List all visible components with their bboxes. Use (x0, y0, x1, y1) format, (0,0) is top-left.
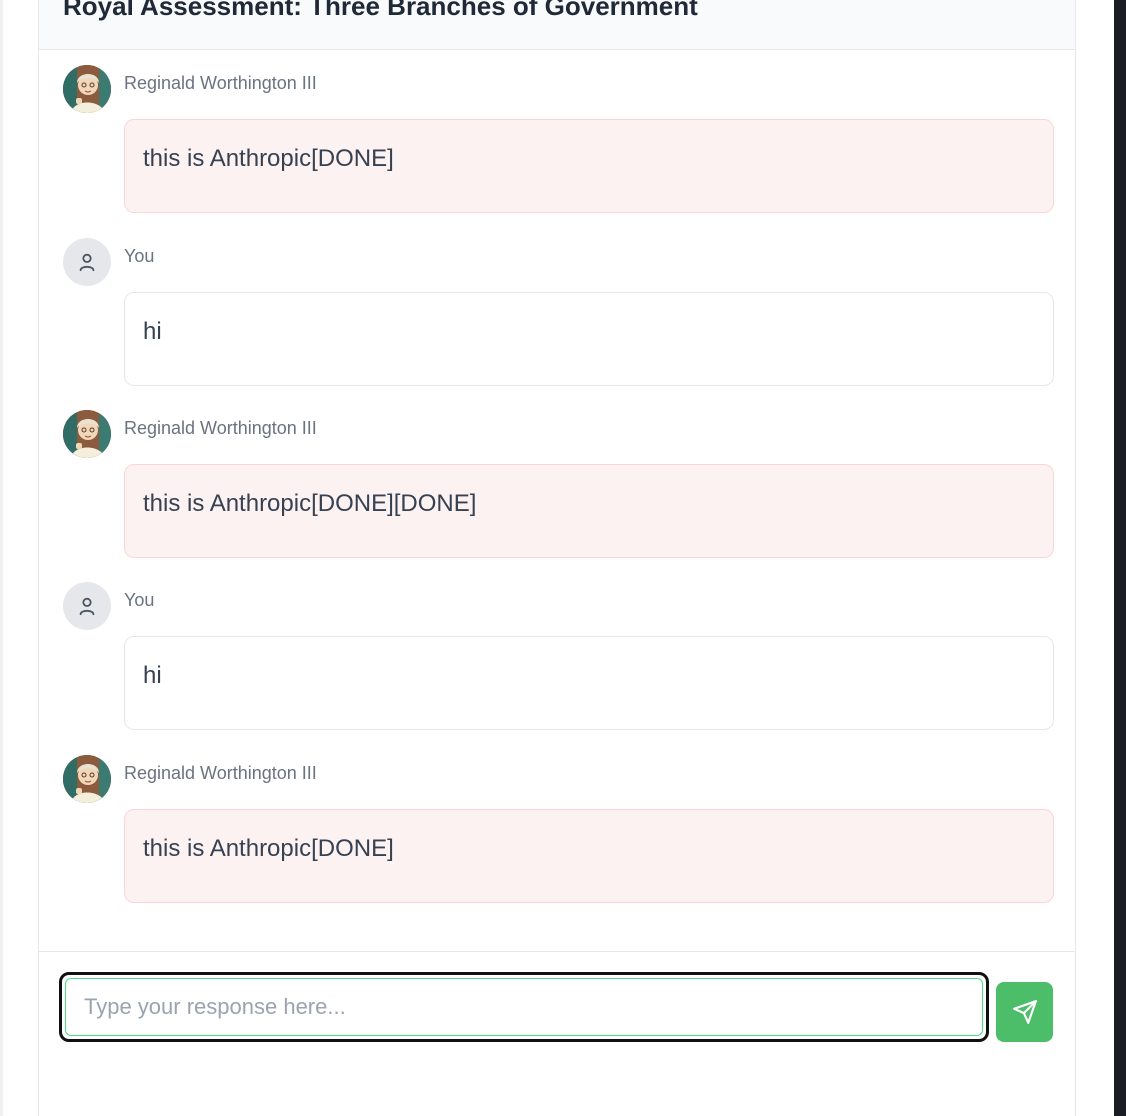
message-bubble: this is Anthropic[DONE] (124, 809, 1054, 903)
page-title: Royal Assessment: Three Branches of Gove… (63, 0, 698, 21)
composer (39, 951, 1075, 1116)
message-bubble: this is Anthropic[DONE][DONE] (124, 464, 1054, 558)
message-bubble: this is Anthropic[DONE] (124, 119, 1054, 213)
right-scroll-edge (1114, 0, 1126, 1116)
sender-name: You (124, 590, 155, 610)
send-button[interactable] (996, 982, 1053, 1042)
user-icon (63, 582, 111, 630)
reginald-portrait-avatar (63, 65, 111, 113)
chat-panel: Royal Assessment: Three Branches of Gove… (38, 0, 1076, 1116)
reginald-portrait-avatar (63, 410, 111, 458)
user-icon (63, 238, 111, 286)
sender-name: You (124, 246, 155, 266)
message-bubble: hi (124, 292, 1054, 386)
response-input-wrapper (59, 972, 989, 1042)
message-bubble: hi (124, 636, 1054, 730)
left-edge (0, 0, 3, 1116)
sender-name: Reginald Worthington III (124, 763, 317, 783)
send-icon (1012, 1000, 1037, 1024)
sender-name: Reginald Worthington III (124, 418, 317, 438)
reginald-portrait-avatar (63, 755, 111, 803)
page: Royal Assessment: Three Branches of Gove… (0, 0, 1126, 1116)
response-input[interactable] (65, 978, 983, 1036)
chat-header: Royal Assessment: Three Branches of Gove… (39, 0, 1075, 50)
sender-name: Reginald Worthington III (124, 73, 317, 93)
